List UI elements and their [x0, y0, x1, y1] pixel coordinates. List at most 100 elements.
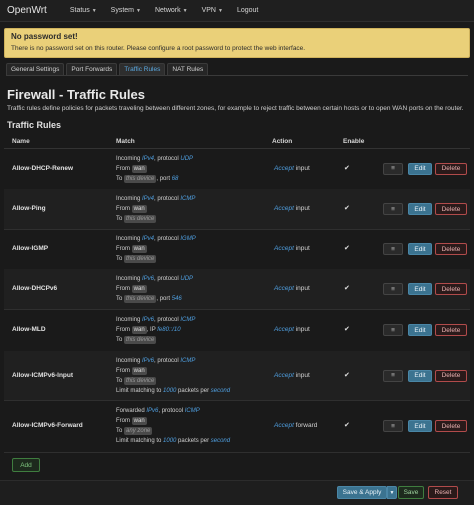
header-match: Match — [116, 137, 135, 145]
rule-name: Allow-DHCP-Renew — [12, 164, 74, 172]
rule-action: Accept input — [274, 372, 310, 379]
edit-button[interactable]: Edit — [408, 203, 432, 215]
menu-system-label: System — [110, 7, 134, 14]
edit-button[interactable]: Edit — [408, 420, 432, 432]
edit-button[interactable]: Edit — [408, 243, 432, 255]
port-label: , port — [156, 175, 172, 182]
match-line-from: From wan — [116, 416, 230, 426]
delete-button[interactable]: Delete — [435, 420, 467, 432]
footer-actions: Save & Apply ▼ Save Reset — [0, 480, 474, 505]
tab-nat-rules[interactable]: NAT Rules — [167, 63, 209, 75]
menu-network[interactable]: Network ▼ — [148, 7, 195, 14]
from-ip-label: , IP — [146, 327, 158, 333]
delete-button[interactable]: Delete — [435, 283, 467, 295]
match-line-to: To this device — [116, 254, 196, 264]
match-direction: Incoming — [116, 155, 143, 162]
match-protocol: ICMP — [184, 408, 200, 414]
enable-checkbox[interactable]: ✔ — [344, 244, 350, 252]
edit-button[interactable]: Edit — [408, 283, 432, 295]
action-target: input — [293, 326, 310, 333]
from-zone-badge: wan — [131, 164, 147, 173]
match-line-from: From wan — [116, 284, 193, 294]
tab-general-settings[interactable]: General Settings — [6, 63, 65, 75]
rule-match: Incoming IPv4, protocol ICMP From wan To t… — [116, 194, 195, 224]
delete-button[interactable]: Delete — [435, 162, 467, 175]
match-line-protocol: Forwarded IPv6, protocol ICMP — [116, 406, 230, 416]
brand-logo[interactable]: OpenWrt — [7, 5, 47, 16]
to-label: To — [116, 175, 125, 182]
menu-vpn[interactable]: VPN ▼ — [195, 7, 230, 14]
from-zone-badge: wan — [131, 245, 147, 253]
rule-match: Incoming IPv6, protocol UDP From wan To th… — [116, 274, 193, 304]
to-label: To — [116, 377, 125, 384]
to-label: To — [116, 296, 125, 302]
menu-logout[interactable]: Logout — [230, 7, 265, 14]
tab-traffic-rules[interactable]: Traffic Rules — [119, 63, 166, 75]
chevron-down-icon: ▼ — [389, 489, 395, 496]
match-direction: Incoming — [116, 317, 143, 323]
reset-button[interactable]: Reset — [428, 486, 458, 499]
edit-button[interactable]: Edit — [408, 324, 432, 336]
match-direction: Incoming — [116, 196, 143, 202]
match-line-to: To this device, port 68 — [116, 174, 193, 184]
save-apply-button[interactable]: Save & Apply — [337, 486, 387, 499]
rule-action: Accept forward — [274, 422, 317, 429]
enable-checkbox[interactable]: ✔ — [344, 421, 350, 429]
delete-button[interactable]: Delete — [435, 243, 467, 255]
drag-handle-icon[interactable]: ≡ — [383, 420, 403, 432]
menu-status[interactable]: Status ▼ — [63, 7, 104, 14]
edit-button[interactable]: Edit — [408, 369, 432, 382]
match-protocol-label: , protocol — [154, 276, 181, 282]
rule-action: Accept input — [274, 326, 310, 333]
edit-button[interactable]: Edit — [408, 162, 432, 175]
menu-logout-label: Logout — [236, 7, 259, 14]
to-zone-badge: this device — [124, 376, 157, 385]
match-line-protocol: Incoming IPv4, protocol ICMP — [116, 194, 195, 204]
to-zone-badge: any zone — [124, 427, 153, 435]
limit-label: Limit matching to — [116, 438, 164, 444]
drag-handle-icon[interactable]: ≡ — [383, 283, 403, 295]
enable-checkbox[interactable]: ✔ — [344, 164, 350, 172]
from-zone-badge: wan — [131, 326, 147, 334]
drag-handle-icon[interactable]: ≡ — [383, 243, 403, 255]
match-protocol: UDP — [180, 155, 194, 162]
delete-button[interactable]: Delete — [435, 324, 467, 336]
match-protocol: ICMP — [180, 196, 196, 202]
drag-handle-icon[interactable]: ≡ — [383, 324, 403, 336]
match-protocol: UDP — [180, 276, 194, 282]
delete-button[interactable]: Delete — [435, 369, 467, 382]
match-line-from: From wan — [116, 244, 196, 254]
rule-match: Incoming IPv6, protocol ICMP From wan To t… — [116, 356, 230, 396]
alert-title: No password set! — [11, 32, 78, 41]
drag-handle-icon[interactable]: ≡ — [383, 369, 403, 382]
match-line-protocol: Incoming IPv6, protocol ICMP — [116, 356, 230, 366]
to-zone-badge: this device — [124, 295, 157, 303]
tab-port-forwards[interactable]: Port Forwards — [66, 63, 118, 75]
enable-checkbox[interactable]: ✔ — [344, 371, 350, 379]
match-protocol: ICMP — [180, 317, 196, 323]
menu-system[interactable]: System ▼ — [104, 7, 148, 14]
drag-handle-icon[interactable]: ≡ — [383, 203, 403, 215]
to-label: To — [116, 337, 125, 343]
add-button[interactable]: Add — [12, 458, 40, 472]
enable-checkbox[interactable]: ✔ — [344, 325, 350, 333]
from-zone-badge: wan — [131, 205, 147, 213]
match-protocol-label: , protocol — [154, 317, 181, 323]
save-apply-dropdown-button[interactable]: ▼ — [387, 486, 397, 499]
match-protocol-label: , protocol — [154, 196, 181, 202]
action-target: forward — [293, 422, 318, 429]
delete-button[interactable]: Delete — [435, 203, 467, 215]
header-enable: Enable — [343, 137, 365, 145]
enable-checkbox[interactable]: ✔ — [344, 284, 350, 292]
menu-status-label: Status — [69, 7, 90, 14]
rule-name: Allow-MLD — [12, 326, 46, 333]
firewall-tabs: General Settings Port Forwards Traffic R… — [6, 63, 468, 76]
chevron-down-icon: ▼ — [136, 7, 141, 14]
drag-handle-icon[interactable]: ≡ — [383, 162, 403, 175]
to-zone-badge: this device — [124, 336, 157, 344]
save-button[interactable]: Save — [398, 486, 424, 499]
enable-checkbox[interactable]: ✔ — [344, 204, 350, 212]
from-ip: fe80::/10 — [157, 327, 181, 333]
rule-name: Allow-ICMPv6-Forward — [12, 422, 83, 429]
match-family: IPv4 — [142, 155, 155, 162]
